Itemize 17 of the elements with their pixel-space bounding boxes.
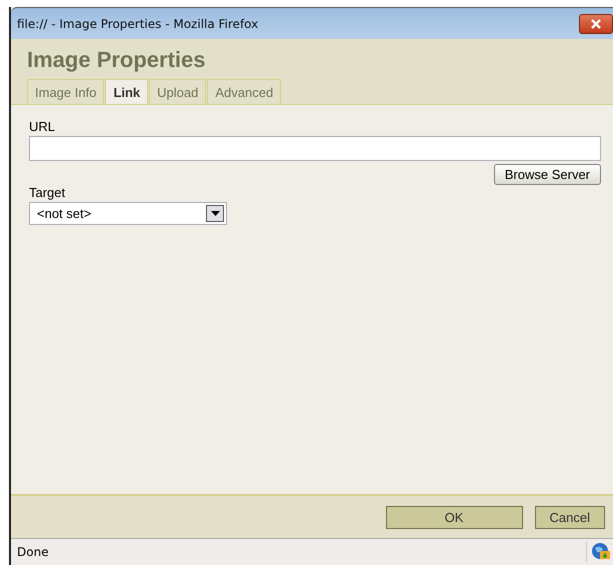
window-title: file:// - Image Properties - Mozilla Firefox <box>17 16 258 30</box>
dialog-button[interactable]: OK <box>386 506 523 528</box>
close-button[interactable] <box>579 14 613 34</box>
tab[interactable]: Upload <box>149 79 206 104</box>
target-dropdown[interactable]: <not set> <box>29 202 227 225</box>
browse-server-button[interactable]: Browse Server <box>494 164 601 185</box>
url-field[interactable] <box>29 136 601 161</box>
tab[interactable]: Advanced <box>207 79 282 104</box>
close-icon <box>590 18 602 28</box>
globe-icon <box>586 542 611 562</box>
tab[interactable]: Link <box>105 79 148 104</box>
dialog-title: Image Properties <box>27 47 207 73</box>
target-label: Target <box>29 185 66 200</box>
status-text: Done <box>17 545 49 559</box>
dialog-button[interactable]: Cancel <box>534 506 605 528</box>
url-label: URL <box>29 119 56 134</box>
tab[interactable]: Image Info <box>27 79 104 104</box>
